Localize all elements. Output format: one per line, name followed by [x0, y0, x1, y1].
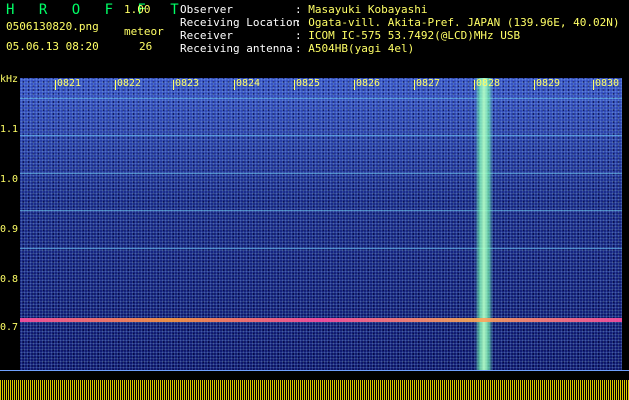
meteor-label: meteor — [124, 25, 164, 38]
y-tick-label: 1.0 — [0, 174, 19, 185]
signal-line — [20, 210, 622, 211]
info-row: Receiving antenna: A504HB(yagi 4el) — [180, 42, 415, 55]
spectrogram-noise — [20, 78, 622, 381]
filename-label: 0506130820.png — [6, 20, 99, 33]
info-key: Receiver — [180, 29, 233, 42]
noise-level-strip — [0, 380, 629, 400]
baseline — [0, 370, 629, 371]
y-unit-label: kHz — [0, 74, 19, 85]
carrier-line — [20, 318, 622, 322]
info-value: Ogata-vill. Akita-Pref. JAPAN (139.96E, … — [308, 16, 620, 29]
x-tick-label: 0830 — [593, 78, 620, 90]
info-row: Receiver: ICOM IC-575 53.7492(@LCD)MHz U… — [180, 29, 521, 42]
x-tick-label: 0824 — [234, 78, 261, 90]
spectrogram-plot — [20, 78, 622, 381]
meteor-count: 26 — [139, 40, 153, 53]
x-tick-label: 0827 — [414, 78, 441, 90]
y-tick-label: 0.8 — [0, 274, 19, 285]
info-value: A504HB(yagi 4el) — [308, 42, 415, 55]
x-tick-label: 0829 — [534, 78, 561, 90]
station-info: Observer: Masayuki Kobayashi Receiving L… — [180, 3, 620, 55]
info-row: Receiving Location: Ogata-vill. Akita-Pr… — [180, 16, 620, 29]
signal-line — [20, 98, 622, 99]
timestamp-label: 05.06.13 08:20 — [6, 40, 99, 53]
x-tick-label: 0826 — [354, 78, 381, 90]
x-tick-label: 0822 — [115, 78, 142, 90]
app-logo: H R O F F T — [6, 2, 187, 18]
y-tick-label: 0.7 — [0, 322, 19, 333]
header-panel: H R O F F T 1.00 0506130820.png meteor 0… — [0, 0, 629, 70]
y-tick-label: 1.1 — [0, 124, 19, 135]
x-tick-label: 0828 — [474, 78, 501, 90]
info-key: Receiving antenna — [180, 42, 293, 55]
meteor-echo-trace — [475, 78, 493, 381]
info-key: Receiving Location — [180, 16, 300, 29]
y-tick-label: 0.9 — [0, 224, 19, 235]
info-value: Masayuki Kobayashi — [308, 3, 428, 16]
version-label: 1.00 — [124, 3, 151, 16]
x-tick-label: 0821 — [55, 78, 82, 90]
signal-line — [20, 173, 622, 174]
info-value: ICOM IC-575 53.7492(@LCD)MHz USB — [308, 29, 521, 42]
info-row: Observer: Masayuki Kobayashi — [180, 3, 428, 16]
x-tick-label: 0823 — [173, 78, 200, 90]
x-tick-label: 0825 — [294, 78, 321, 90]
signal-line — [20, 248, 622, 249]
info-key: Observer — [180, 3, 233, 16]
signal-line — [20, 135, 622, 136]
